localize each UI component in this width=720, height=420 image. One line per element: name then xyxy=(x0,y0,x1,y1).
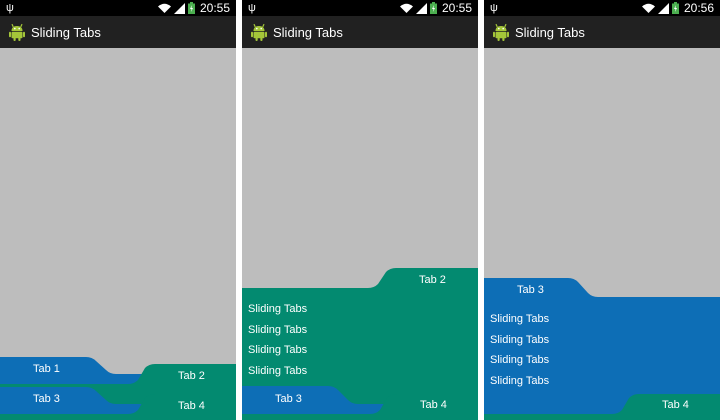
content-line-2: Sliding Tabs xyxy=(248,324,308,336)
screen-2: ψ 20:55 Sliding Tabs Tab 2 Sliding Tabs … xyxy=(242,0,478,420)
tab-1-label[interactable]: Tab 1 xyxy=(33,363,60,375)
content-line-3: Sliding Tabs xyxy=(490,354,550,366)
content-line-1: Sliding Tabs xyxy=(490,313,550,325)
screen-3: ψ 20:56 Sliding Tabs Tab 3 Sliding Tabs … xyxy=(484,0,720,420)
tab-shapes xyxy=(0,357,236,420)
tab-4-label[interactable]: Tab 4 xyxy=(178,400,205,412)
content-line-3: Sliding Tabs xyxy=(248,344,308,356)
tab-4-label[interactable]: Tab 4 xyxy=(662,399,689,411)
tab-3-label[interactable]: Tab 3 xyxy=(33,393,60,405)
tab-3-label[interactable]: Tab 3 xyxy=(275,393,302,405)
tab-3-label[interactable]: Tab 3 xyxy=(517,284,544,296)
content-line-2: Sliding Tabs xyxy=(490,334,550,346)
content-line-1: Sliding Tabs xyxy=(248,303,308,315)
content-line-4: Sliding Tabs xyxy=(490,375,550,387)
tab-2-label[interactable]: Tab 2 xyxy=(419,274,446,286)
screen-1: ψ 20:55 Sliding Tabs Tab 1 Tab 2 Tab 3 T… xyxy=(0,0,236,420)
tab-4-label[interactable]: Tab 4 xyxy=(420,399,447,411)
tab-2-label[interactable]: Tab 2 xyxy=(178,370,205,382)
content-line-4: Sliding Tabs xyxy=(248,365,308,377)
tab-shapes xyxy=(242,268,478,420)
